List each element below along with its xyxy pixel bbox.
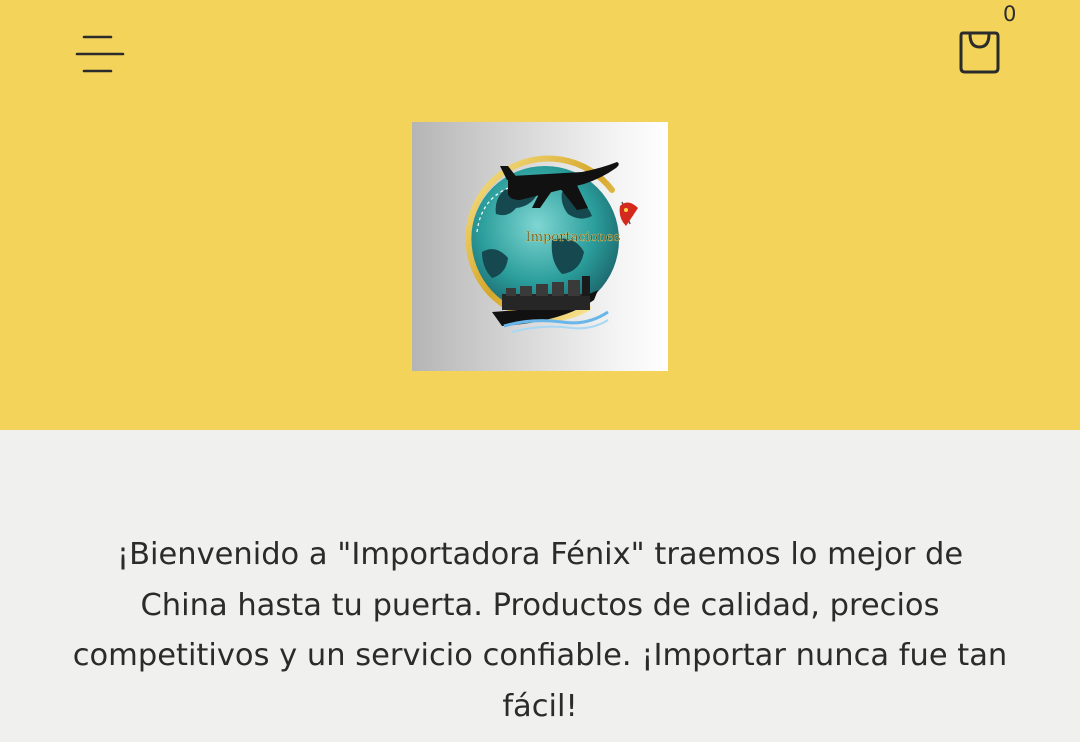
menu-button[interactable]: [72, 28, 130, 80]
shopping-bag-icon: [959, 31, 1000, 74]
brand-logo[interactable]: Importaciones: [412, 122, 668, 371]
cart-count-badge: 0: [1003, 2, 1017, 26]
globe-plane-ship-logo: Importaciones: [465, 155, 638, 333]
cart-button[interactable]: [950, 24, 1010, 80]
welcome-message: ¡Bienvenido a "Importadora Fénix" traemo…: [72, 537, 1008, 724]
site-header: 0 Importaciones: [0, 0, 1080, 430]
hamburger-menu-icon: [75, 35, 125, 73]
logo-text: Importaciones: [526, 230, 621, 245]
